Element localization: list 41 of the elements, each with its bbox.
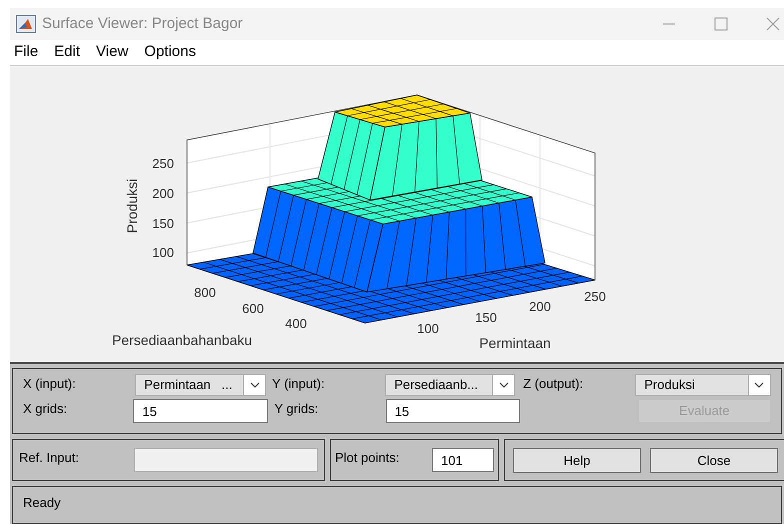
dialog-button[interactable]: Close	[650, 448, 778, 473]
tick-label: 200	[152, 186, 174, 201]
tick-label: 250	[152, 156, 174, 171]
app-logo-icon	[16, 15, 36, 33]
field-label: Ref. Input:	[19, 449, 80, 467]
menu-item[interactable]: File	[14, 41, 38, 64]
input-field[interactable]: 15	[133, 399, 268, 423]
maximize-icon[interactable]	[714, 17, 728, 31]
chevron-down-icon	[754, 382, 764, 388]
axis-label: Produksi	[124, 178, 140, 234]
window-title: Surface Viewer: Project Bagor	[42, 14, 243, 34]
tick-label: 150	[152, 216, 174, 231]
axis-label: Persediaanbahanbaku	[112, 332, 252, 348]
dropdown[interactable]: Persediaanb...	[385, 374, 516, 396]
tick-label: 150	[475, 310, 497, 325]
close-icon[interactable]	[766, 17, 780, 31]
dropdown[interactable]: Produksi	[635, 374, 771, 396]
chevron-down-icon	[250, 382, 260, 388]
field-label: Y (input):	[272, 375, 326, 393]
tick-label: 800	[194, 285, 216, 300]
status-text: Ready	[23, 495, 61, 510]
chevron-down-icon	[498, 382, 509, 388]
menu-item[interactable]: Edit	[54, 41, 80, 64]
tick-label: 250	[584, 289, 606, 304]
tick-label: 100	[417, 321, 439, 336]
tick-label: 200	[529, 299, 551, 314]
field-label: Y grids:	[274, 400, 320, 418]
input-field[interactable]: 15	[386, 399, 520, 423]
menu-item[interactable]: Options	[144, 41, 196, 64]
field-label: X grids:	[23, 400, 68, 418]
menu-item[interactable]: View	[96, 41, 128, 64]
field-label: Z (output):	[523, 375, 584, 393]
dialog-button[interactable]: Help	[513, 448, 641, 473]
field-label: X (input):	[23, 375, 77, 393]
tick-label: 100	[152, 245, 174, 260]
axis-label: Permintaan	[479, 335, 551, 351]
tick-label: 400	[285, 316, 307, 331]
input-field[interactable]: 101	[432, 448, 494, 472]
field-label: Plot points:	[335, 449, 400, 467]
tick-label: 600	[242, 301, 264, 316]
dropdown[interactable]: Permintaan ...	[135, 374, 266, 396]
